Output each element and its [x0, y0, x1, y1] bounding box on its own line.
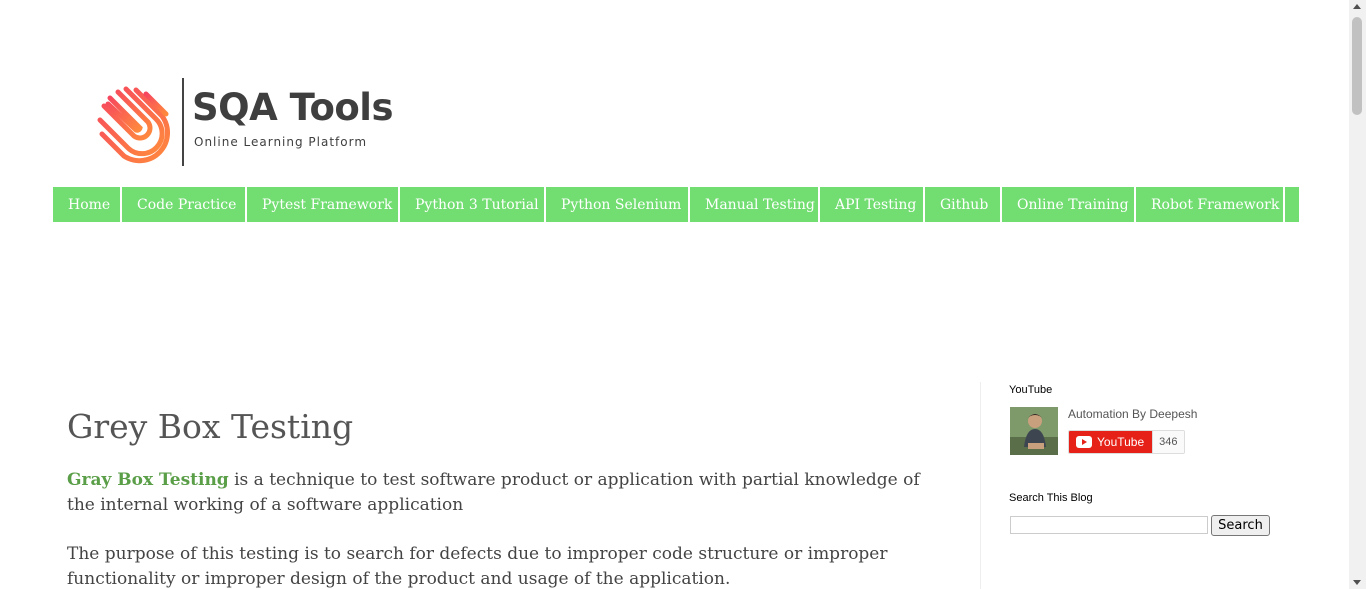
youtube-channel-name[interactable]: Automation By Deepesh: [1068, 407, 1197, 421]
scroll-down-arrow-icon[interactable]: [1353, 580, 1361, 585]
search-button[interactable]: Search: [1211, 515, 1270, 536]
nav-item-home[interactable]: Home: [53, 187, 122, 222]
logo-subtitle: Online Learning Platform: [194, 135, 368, 149]
nav-item-code-practice[interactable]: Code Practice: [122, 187, 247, 222]
youtube-button-main[interactable]: YouTube: [1069, 431, 1153, 453]
scroll-up-arrow-icon[interactable]: [1353, 4, 1361, 9]
post-paragraph-intro: Gray Box Testing is a technique to test …: [67, 468, 947, 518]
vertical-scrollbar[interactable]: [1349, 0, 1366, 589]
search-widget-heading: Search This Blog: [1009, 492, 1093, 504]
youtube-widget-heading: YouTube: [1009, 384, 1053, 396]
logo-divider: [182, 78, 184, 166]
search-input[interactable]: [1010, 516, 1208, 534]
main-nav: Home Code Practice Pytest Framework Pyth…: [53, 187, 1299, 222]
nav-item-pytest-framework[interactable]: Pytest Framework: [247, 187, 400, 222]
nav-item-robot-framework[interactable]: Robot Framework: [1136, 187, 1285, 222]
sidebar-divider: [980, 382, 981, 589]
nav-item-python-selenium[interactable]: Python Selenium: [546, 187, 690, 222]
youtube-subscribe-button[interactable]: YouTube 346: [1068, 430, 1185, 454]
site-logo[interactable]: SQA Tools Online Learning Platform: [96, 78, 416, 168]
gray-box-testing-link[interactable]: Gray Box Testing: [67, 470, 229, 490]
logo-title: SQA Tools: [192, 86, 394, 129]
nav-item-online-training[interactable]: Online Training: [1002, 187, 1136, 222]
nav-item-python3-tutorial[interactable]: Python 3 Tutorial: [400, 187, 546, 222]
nav-item-github[interactable]: Github: [925, 187, 1002, 222]
avatar-image: [1010, 407, 1058, 455]
nav-item-manual-testing[interactable]: Manual Testing: [690, 187, 820, 222]
channel-avatar[interactable]: [1010, 407, 1058, 455]
post-paragraph-purpose: The purpose of this testing is to search…: [67, 544, 888, 589]
youtube-button-label: YouTube: [1097, 435, 1145, 449]
post-title: Grey Box Testing: [67, 407, 354, 446]
fingerprint-logo-icon: [97, 86, 171, 164]
scrollbar-thumb[interactable]: [1352, 17, 1362, 115]
nav-item-api-testing[interactable]: API Testing: [820, 187, 925, 222]
youtube-play-icon: [1076, 436, 1092, 448]
subscriber-count: 346: [1152, 431, 1184, 453]
